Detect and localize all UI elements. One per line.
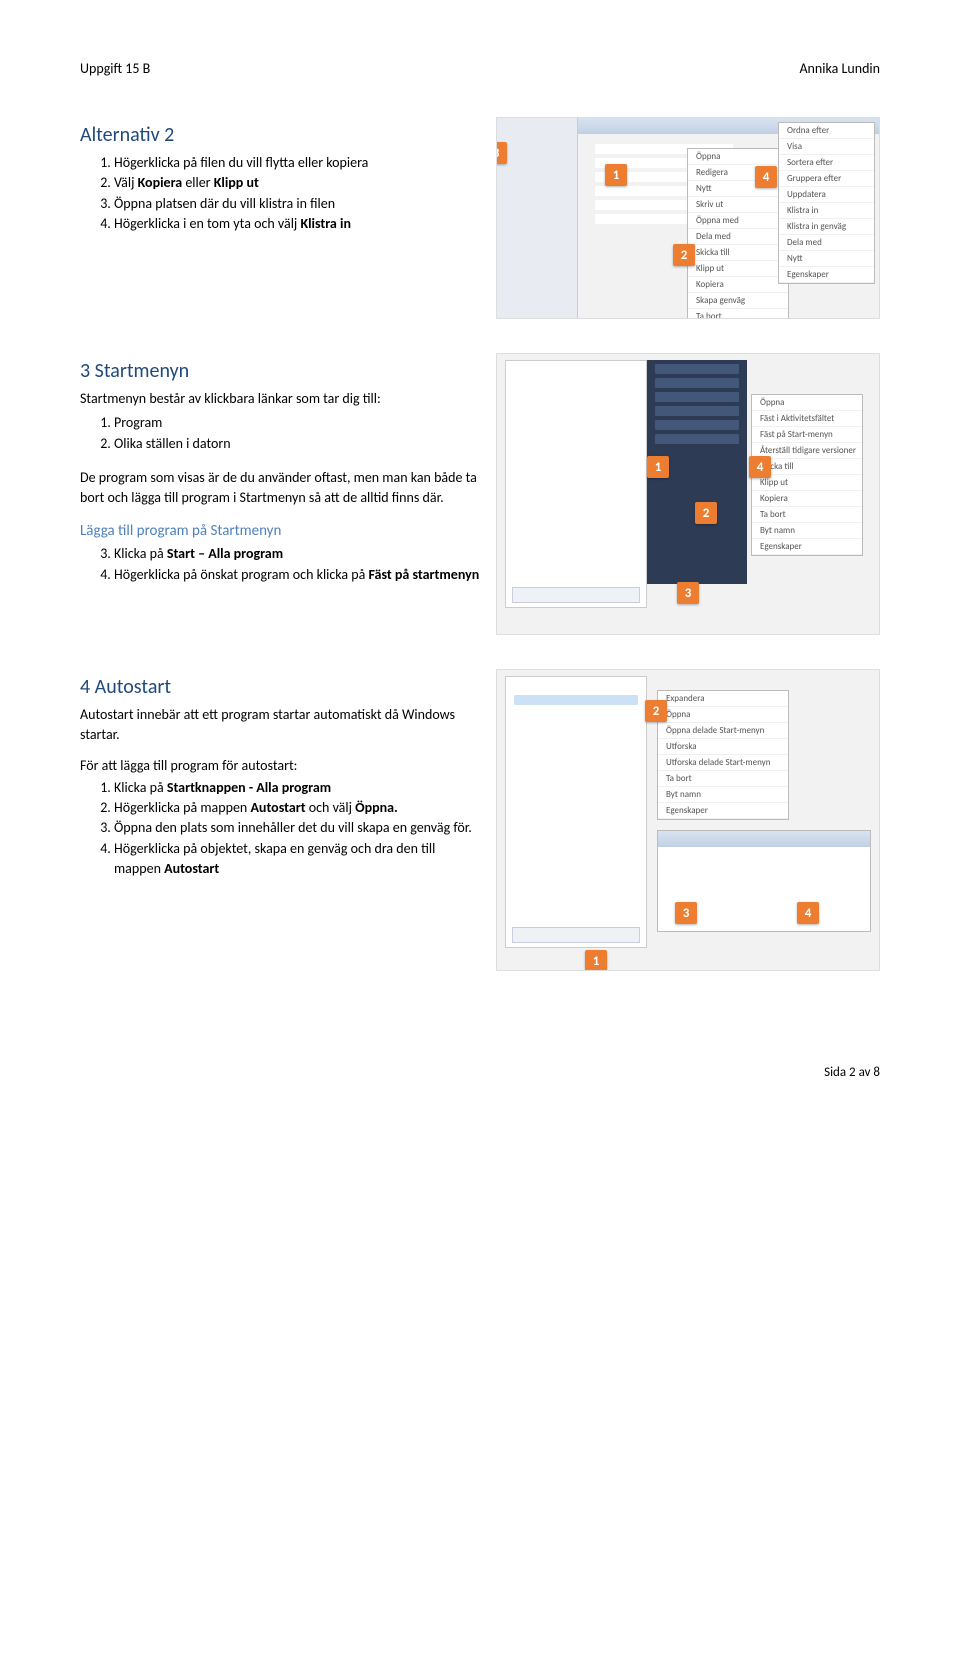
alt2-heading: Alternativ 2: [80, 123, 480, 147]
marker-1c: 1: [585, 950, 607, 971]
list-item: Välj Kopiera eller Klipp ut: [114, 173, 480, 193]
marker-3: 3: [496, 142, 507, 164]
list-item: Högerklicka på önskat program och klicka…: [114, 565, 480, 585]
header-left: Uppgift 15 B: [80, 60, 150, 77]
screenshot-autostart: ExpanderaÖppna Öppna delade Start-menynU…: [496, 669, 880, 971]
marker-4b: 4: [749, 456, 771, 478]
startmenyn-list1: ProgramOlika ställen i datorn: [80, 413, 480, 454]
autostart-list: Klicka på Startknappen - Alla programHög…: [80, 778, 480, 879]
marker-2c: 2: [645, 700, 667, 722]
startmenyn-image-area: ÖppnaFäst i Aktivitetsfältet Fäst på Sta…: [496, 353, 880, 635]
marker-4c: 4: [797, 902, 819, 924]
page: Uppgift 15 B Annika Lundin Alternativ 2 …: [0, 0, 960, 1045]
startmenyn-heading: 3 Startmenyn: [80, 359, 480, 383]
startmenyn-intro: Startmenyn består av klickbara länkar so…: [80, 389, 480, 409]
list-item: Klicka på Startknappen - Alla program: [114, 778, 480, 798]
list-item: Öppna den plats som innehåller det du vi…: [114, 818, 480, 838]
list-item: Program: [114, 413, 480, 433]
list-item: Öppna platsen där du vill klistra in fil…: [114, 194, 480, 214]
autostart-para1: Autostart innebär att ett program starta…: [80, 705, 480, 746]
autostart-image-area: ExpanderaÖppna Öppna delade Start-menynU…: [496, 669, 880, 971]
list-item: Högerklicka i en tom yta och välj Klistr…: [114, 214, 480, 234]
list-item: Högerklicka på objektet, skapa en genväg…: [114, 839, 480, 880]
startmenyn-text: 3 Startmenyn Startmenyn består av klickb…: [80, 353, 480, 595]
list-item: Högerklicka på mappen Autostart och välj…: [114, 798, 480, 818]
list-item: Högerklicka på filen du vill flytta elle…: [114, 153, 480, 173]
alt2-image-area: ÖppnaRedigeraNytt Skriv utÖppna medDela …: [496, 117, 880, 319]
startmenyn-subheading: Lägga till program på Startmenyn: [80, 522, 480, 540]
list-item: Olika ställen i datorn: [114, 434, 480, 454]
alt2-list: Högerklicka på filen du vill flytta elle…: [80, 153, 480, 234]
page-footer: Sida 2 av 8: [0, 1045, 960, 1110]
startmenyn-para: De program som visas är de du använder o…: [80, 468, 480, 509]
alt2-text: Alternativ 2 Högerklicka på filen du vil…: [80, 117, 480, 244]
marker-3b: 3: [677, 582, 699, 604]
list-item: Klicka på Start – Alla program: [114, 544, 480, 564]
page-header: Uppgift 15 B Annika Lundin: [80, 60, 880, 77]
screenshot-startmenu: ÖppnaFäst i Aktivitetsfältet Fäst på Sta…: [496, 353, 880, 635]
screenshot-explorer: ÖppnaRedigeraNytt Skriv utÖppna medDela …: [496, 117, 880, 319]
marker-4: 4: [755, 166, 777, 188]
startmenyn-list2: Klicka på Start – Alla programHögerklick…: [80, 544, 480, 585]
marker-2b: 2: [695, 502, 717, 524]
marker-1b: 1: [647, 456, 669, 478]
autostart-heading: 4 Autostart: [80, 675, 480, 699]
autostart-text: 4 Autostart Autostart innebär att ett pr…: [80, 669, 480, 889]
header-right: Annika Lundin: [799, 60, 880, 77]
section-alternativ2: Alternativ 2 Högerklicka på filen du vil…: [80, 117, 880, 319]
section-startmenyn: 3 Startmenyn Startmenyn består av klickb…: [80, 353, 880, 635]
autostart-intro2: För att lägga till program för autostart…: [80, 756, 480, 776]
marker-2: 2: [673, 244, 695, 266]
section-autostart: 4 Autostart Autostart innebär att ett pr…: [80, 669, 880, 971]
marker-1: 1: [605, 164, 627, 186]
marker-3c: 3: [675, 902, 697, 924]
